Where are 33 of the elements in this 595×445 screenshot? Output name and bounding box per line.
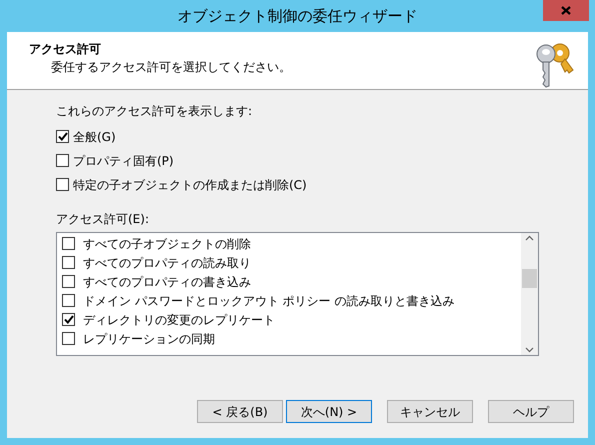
- page-heading: アクセス許可: [29, 41, 102, 58]
- checkbox[interactable]: [56, 178, 69, 191]
- dialog-button[interactable]: 次へ(N) >: [286, 400, 372, 423]
- dialog-button[interactable]: < 戻る(B): [197, 400, 283, 423]
- dialog-button[interactable]: ヘルプ: [488, 400, 574, 423]
- option-label[interactable]: 特定の子オブジェクトの作成または削除(C): [73, 176, 307, 194]
- permissions-label: アクセス許可(E):: [56, 211, 150, 228]
- checkbox[interactable]: [62, 275, 75, 288]
- checkbox[interactable]: [62, 332, 75, 345]
- close-button[interactable]: [543, 0, 589, 21]
- checkbox[interactable]: [62, 256, 75, 269]
- checkbox[interactable]: [62, 237, 75, 250]
- permission-label[interactable]: ドメイン パスワードとロックアウト ポリシー の読み取りと書き込み: [83, 292, 454, 310]
- permission-label[interactable]: レプリケーションの同期: [83, 330, 215, 348]
- filter-label: これらのアクセス許可を表示します:: [56, 103, 254, 120]
- checkbox[interactable]: [56, 130, 69, 143]
- page-subtitle: 委任するアクセス許可を選択してください。: [50, 59, 291, 76]
- window-title: オブジェクト制御の委任ウィザード: [178, 6, 418, 27]
- scroll-thumb[interactable]: [522, 269, 537, 288]
- scroll-down-icon[interactable]: [525, 347, 534, 353]
- checkbox[interactable]: [62, 313, 75, 326]
- scroll-up-icon[interactable]: [525, 235, 534, 241]
- dialog-button[interactable]: キャンセル: [387, 400, 473, 423]
- option-label[interactable]: プロパティ固有(P): [73, 152, 174, 170]
- permission-label[interactable]: すべてのプロパティの書き込み: [83, 272, 251, 290]
- checkbox[interactable]: [62, 294, 75, 307]
- option-label[interactable]: 全般(G): [73, 128, 116, 146]
- permission-label[interactable]: すべての子オブジェクトの削除: [83, 234, 251, 252]
- close-icon: [561, 6, 571, 15]
- permission-label[interactable]: ディレクトリの変更のレプリケート: [83, 310, 275, 328]
- checkbox[interactable]: [56, 154, 69, 167]
- scrollbar[interactable]: [521, 233, 538, 355]
- permission-label[interactable]: すべてのプロパティの読み取り: [83, 254, 251, 272]
